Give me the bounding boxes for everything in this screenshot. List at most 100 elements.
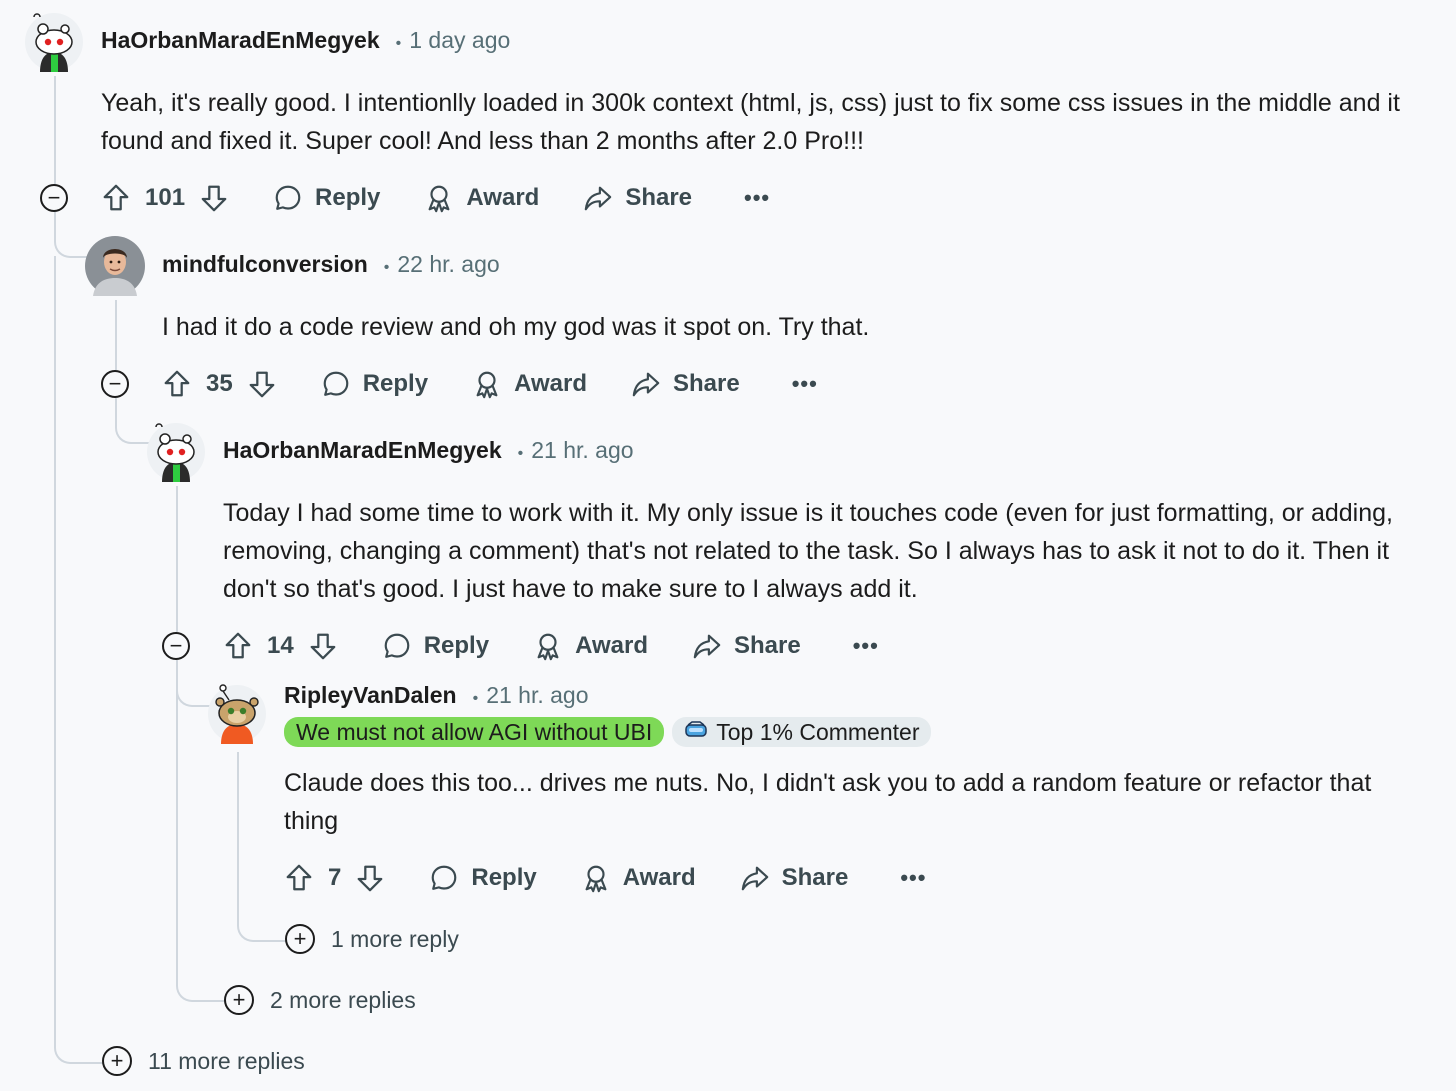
share-button[interactable]: Share bbox=[631, 369, 740, 399]
comment-meta: HaOrbanMaradEnMegyek • 21 hr. ago bbox=[223, 437, 634, 464]
speech-bubble-icon bbox=[273, 183, 303, 213]
separator-dot: • bbox=[472, 690, 479, 707]
upvote-arrow-icon[interactable] bbox=[162, 369, 192, 399]
more-replies-link[interactable]: + 11 more replies bbox=[102, 1046, 305, 1076]
timestamp[interactable]: 22 hr. ago bbox=[397, 251, 499, 278]
award-label: Award bbox=[514, 370, 587, 397]
reply-label: Reply bbox=[423, 632, 490, 659]
vote-count: 14 bbox=[267, 632, 294, 659]
timestamp[interactable]: 1 day ago bbox=[409, 27, 510, 54]
upvote-arrow-icon[interactable] bbox=[284, 863, 314, 893]
username[interactable]: HaOrbanMaradEnMegyek bbox=[101, 27, 380, 54]
award-button[interactable]: Award bbox=[533, 631, 648, 661]
speech-bubble-icon bbox=[382, 631, 412, 661]
timestamp[interactable]: 21 hr. ago bbox=[531, 437, 633, 464]
badge-label: Top 1% Commenter bbox=[716, 719, 920, 745]
username[interactable]: HaOrbanMaradEnMegyek bbox=[223, 437, 502, 464]
snoo-avatar-icon bbox=[147, 423, 205, 482]
collapse-thread-button[interactable]: − bbox=[40, 184, 68, 212]
reply-button[interactable]: Reply bbox=[321, 369, 428, 399]
reply-label: Reply bbox=[362, 370, 429, 397]
achievement-badge[interactable]: Top 1% Commenter bbox=[672, 717, 932, 747]
reply-button[interactable]: Reply bbox=[273, 183, 380, 213]
separator-dot: • bbox=[383, 259, 390, 276]
comment-meta: RipleyVanDalen • 21 hr. ago bbox=[284, 682, 589, 709]
more-options-button[interactable]: ••• bbox=[853, 633, 879, 659]
award-label: Award bbox=[622, 864, 696, 891]
share-arrow-icon bbox=[692, 631, 722, 661]
snoo-avatar-icon bbox=[25, 13, 83, 72]
share-arrow-icon bbox=[740, 863, 770, 893]
username[interactable]: mindfulconversion bbox=[162, 251, 368, 278]
thread-elbow-1b bbox=[54, 256, 104, 1064]
share-button[interactable]: Share bbox=[692, 631, 801, 661]
minus-circle-icon: − bbox=[108, 371, 122, 396]
plus-circle-icon: + bbox=[224, 985, 254, 1015]
speech-bubble-icon bbox=[429, 863, 459, 893]
more-options-button[interactable]: ••• bbox=[744, 185, 770, 211]
more-replies-label: 11 more replies bbox=[148, 1047, 305, 1074]
plus-circle-icon: + bbox=[285, 924, 315, 954]
share-button[interactable]: Share bbox=[740, 863, 849, 893]
downvote-arrow-icon[interactable] bbox=[355, 863, 385, 893]
timestamp[interactable]: 21 hr. ago bbox=[486, 682, 588, 709]
award-button[interactable]: Award bbox=[581, 863, 696, 893]
comment-body: Yeah, it's really good. I intentionlly l… bbox=[101, 89, 1400, 155]
vote-count: 101 bbox=[145, 184, 186, 211]
collapse-thread-button[interactable]: − bbox=[162, 632, 190, 660]
separator-dot: • bbox=[395, 35, 402, 52]
comment-body: Claude does this too... drives me nuts. … bbox=[284, 769, 1372, 835]
speech-bubble-icon bbox=[321, 369, 351, 399]
more-replies-link[interactable]: + 1 more reply bbox=[285, 924, 459, 954]
award-button[interactable]: Award bbox=[472, 369, 587, 399]
vr-goggles-icon bbox=[684, 720, 708, 744]
more-replies-label: 1 more reply bbox=[331, 925, 459, 952]
more-options-button[interactable]: ••• bbox=[792, 371, 818, 397]
downvote-arrow-icon[interactable] bbox=[199, 183, 229, 213]
reply-label: Reply bbox=[315, 184, 381, 211]
share-label: Share bbox=[781, 864, 849, 891]
share-button[interactable]: Share bbox=[583, 183, 692, 213]
award-label: Award bbox=[575, 632, 648, 659]
more-options-button[interactable]: ••• bbox=[900, 865, 926, 891]
comment-actions: − 101 Reply Award Share ••• bbox=[40, 178, 770, 218]
username[interactable]: RipleyVanDalen bbox=[284, 682, 457, 709]
award-ribbon-icon bbox=[472, 369, 502, 399]
reply-label: Reply bbox=[471, 864, 537, 891]
thread-line-3 bbox=[176, 486, 178, 632]
thread-elbow-4 bbox=[237, 752, 287, 942]
downvote-arrow-icon[interactable] bbox=[247, 369, 277, 399]
upvote-arrow-icon[interactable] bbox=[223, 631, 253, 661]
avatar[interactable] bbox=[24, 12, 84, 72]
thread-line-2 bbox=[115, 300, 117, 370]
upvote-arrow-icon[interactable] bbox=[101, 183, 131, 213]
vote-count: 7 bbox=[328, 864, 342, 891]
avatar[interactable] bbox=[207, 684, 267, 744]
thread-elbow-2 bbox=[115, 398, 149, 444]
collapse-thread-button[interactable]: − bbox=[101, 370, 129, 398]
reply-button[interactable]: Reply bbox=[429, 863, 537, 893]
reply-button[interactable]: Reply bbox=[382, 631, 489, 661]
award-label: Award bbox=[466, 184, 540, 211]
vote-count: 35 bbox=[206, 370, 233, 397]
flair-row: We must not allow AGI without UBI Top 1%… bbox=[284, 717, 932, 747]
share-label: Share bbox=[733, 632, 801, 659]
snoo-avatar-icon bbox=[208, 684, 266, 744]
user-photo-icon bbox=[85, 236, 145, 296]
avatar[interactable] bbox=[85, 236, 145, 296]
avatar[interactable] bbox=[146, 422, 206, 482]
more-replies-label: 2 more replies bbox=[270, 986, 416, 1013]
share-label: Share bbox=[625, 184, 693, 211]
more-replies-link[interactable]: + 2 more replies bbox=[224, 985, 416, 1015]
award-ribbon-icon bbox=[581, 863, 611, 893]
award-ribbon-icon bbox=[424, 183, 454, 213]
comment-actions: 7 Reply Award Share ••• bbox=[284, 858, 926, 898]
award-button[interactable]: Award bbox=[424, 183, 539, 213]
comment-actions: − 14 Reply Award Share ••• bbox=[162, 626, 879, 666]
share-arrow-icon bbox=[583, 183, 613, 213]
comment-meta: mindfulconversion • 22 hr. ago bbox=[162, 251, 500, 278]
comment-body: Today I had some time to work with it. M… bbox=[223, 499, 1393, 603]
downvote-arrow-icon[interactable] bbox=[308, 631, 338, 661]
award-ribbon-icon bbox=[533, 631, 563, 661]
comment-meta: HaOrbanMaradEnMegyek • 1 day ago bbox=[101, 27, 510, 54]
